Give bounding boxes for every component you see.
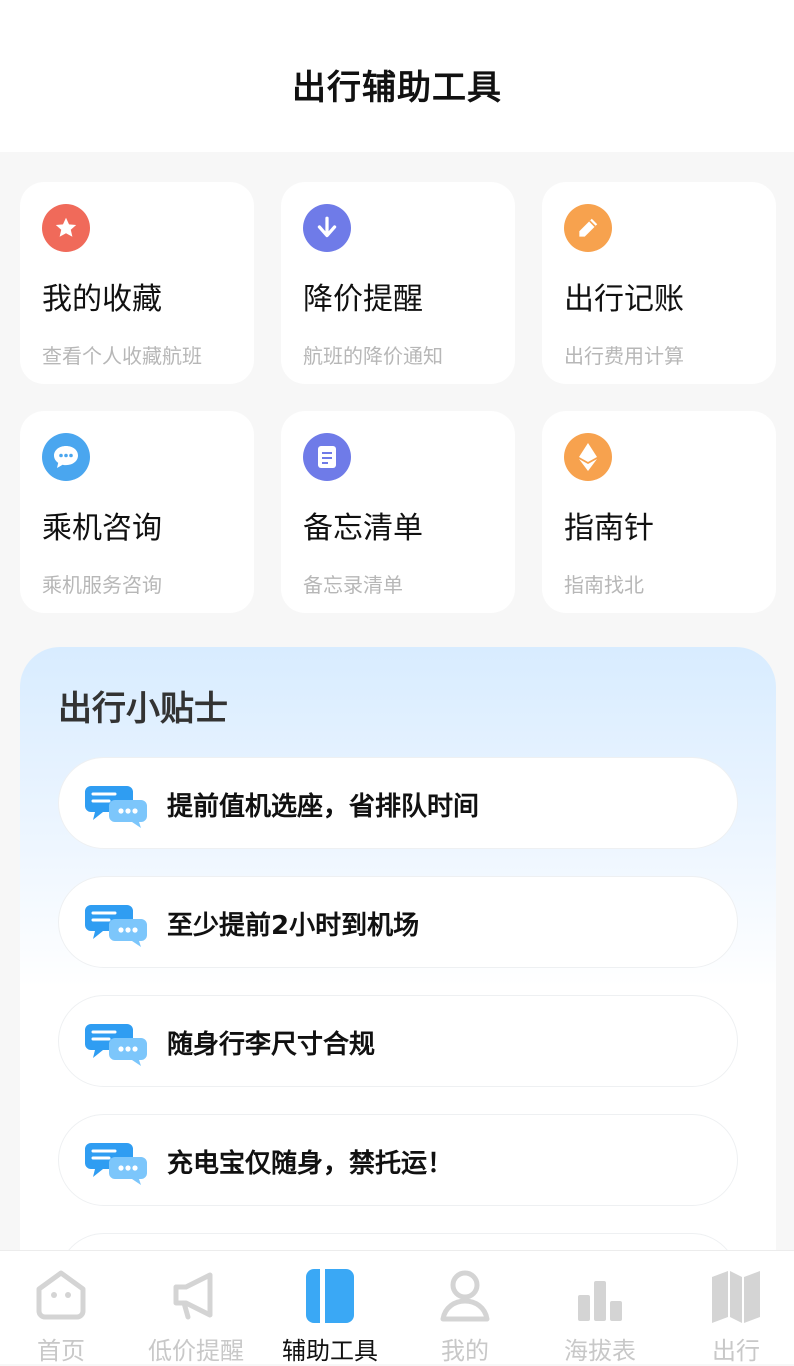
tip-text: 随身行李尺寸合规 xyxy=(167,1030,376,1060)
home-icon xyxy=(36,1270,86,1320)
tip-item[interactable]: 提前值机选座，省排队时间 xyxy=(58,757,738,849)
tool-name: 备忘清单 xyxy=(303,511,423,546)
bottom-tab-bar: 首页 低价提醒 辅助工具 我的 海拔表 出行 xyxy=(0,1250,794,1365)
tab-label: 我的 xyxy=(441,1337,489,1365)
tab-altitude[interactable]: 海拔表 xyxy=(534,1251,666,1365)
chat-bubble-icon xyxy=(85,786,147,828)
tool-card-memo[interactable]: 备忘清单 备忘录清单 xyxy=(281,411,515,613)
tool-desc: 指南找北 xyxy=(564,573,644,597)
star-icon xyxy=(42,204,90,252)
tips-title: 出行小贴士 xyxy=(58,689,228,729)
tip-item[interactable]: 至少提前2小时到机场 xyxy=(58,876,738,968)
tab-label: 辅助工具 xyxy=(282,1337,378,1365)
tab-label: 海拔表 xyxy=(564,1337,636,1365)
chat-bubble-icon xyxy=(85,1024,147,1066)
tool-name: 我的收藏 xyxy=(42,282,162,317)
tab-label: 首页 xyxy=(37,1337,85,1365)
bar-chart-icon xyxy=(578,1281,622,1321)
tool-desc: 航班的降价通知 xyxy=(303,344,443,368)
pencil-icon xyxy=(564,204,612,252)
tip-text: 至少提前2小时到机场 xyxy=(167,911,420,941)
chat-bubble-icon xyxy=(85,905,147,947)
user-icon xyxy=(440,1270,490,1322)
tab-home[interactable]: 首页 xyxy=(0,1251,127,1365)
chat-bubble-icon xyxy=(85,1143,147,1185)
tools-icon xyxy=(306,1269,354,1323)
tool-card-consult[interactable]: 乘机咨询 乘机服务咨询 xyxy=(20,411,254,613)
tip-text: 提前值机选座，省排队时间 xyxy=(167,792,480,822)
tab-price-alert[interactable]: 低价提醒 xyxy=(130,1251,262,1365)
compass-icon xyxy=(564,433,612,481)
tool-desc: 乘机服务咨询 xyxy=(42,573,162,597)
tool-name: 乘机咨询 xyxy=(42,511,162,546)
tool-desc: 备忘录清单 xyxy=(303,573,403,597)
tool-name: 出行记账 xyxy=(564,282,684,317)
tool-name: 指南针 xyxy=(564,511,654,546)
tip-text: 充电宝仅随身，禁托运！ xyxy=(167,1149,454,1179)
tab-mine[interactable]: 我的 xyxy=(399,1251,531,1365)
megaphone-icon xyxy=(173,1272,213,1320)
travel-tips-panel: 出行小贴士 提前值机选座，省排队时间 至少提前2小时到机场 随身行李尺寸合规 充… xyxy=(20,647,776,1347)
tip-item[interactable]: 充电宝仅随身，禁托运！ xyxy=(58,1114,738,1206)
tool-card-expense[interactable]: 出行记账 出行费用计算 xyxy=(542,182,776,384)
tab-tools[interactable]: 辅助工具 xyxy=(264,1251,396,1365)
tool-card-compass[interactable]: 指南针 指南找北 xyxy=(542,411,776,613)
arrow-down-icon xyxy=(303,204,351,252)
tool-desc: 出行费用计算 xyxy=(564,344,684,368)
tab-label: 低价提醒 xyxy=(148,1337,244,1365)
memo-icon xyxy=(303,433,351,481)
map-icon xyxy=(712,1271,760,1323)
page-title: 出行辅助工具 xyxy=(292,68,502,108)
tool-card-favorites[interactable]: 我的收藏 查看个人收藏航班 xyxy=(20,182,254,384)
tab-travel[interactable]: 出行 xyxy=(670,1251,794,1365)
tool-name: 降价提醒 xyxy=(303,282,423,317)
tool-card-price-alert[interactable]: 降价提醒 航班的降价通知 xyxy=(281,182,515,384)
tip-item[interactable]: 随身行李尺寸合规 xyxy=(58,995,738,1087)
page-header: 出行辅助工具 xyxy=(0,0,794,152)
tab-label: 出行 xyxy=(712,1337,760,1365)
chat-icon xyxy=(42,433,90,481)
tool-desc: 查看个人收藏航班 xyxy=(42,344,202,368)
